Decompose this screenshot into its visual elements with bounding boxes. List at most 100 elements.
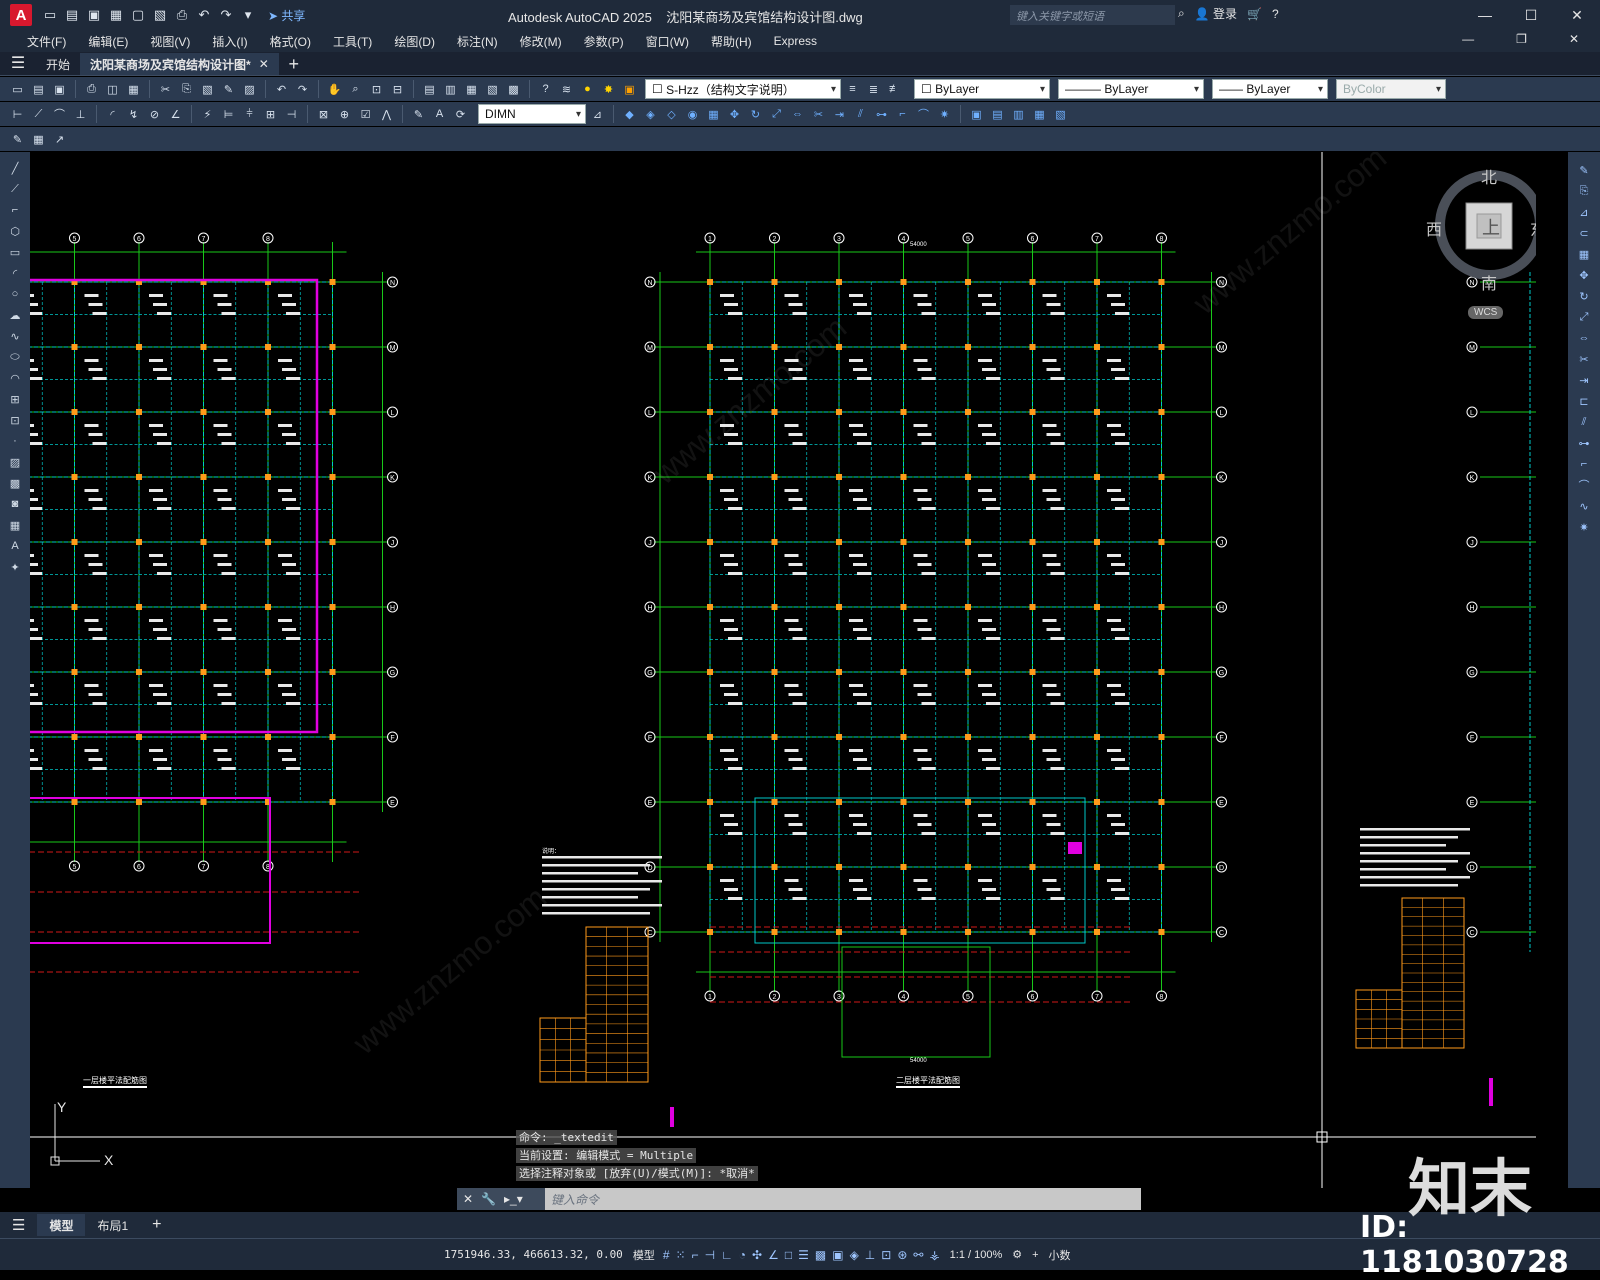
menu-view[interactable]: 视图(V) [139,33,201,50]
auto-scale-icon[interactable]: ⚶ [929,1248,939,1262]
annotation-monitor-icon[interactable]: + [1032,1249,1038,1261]
scale-side-icon[interactable]: ⤢ [1576,309,1592,325]
menu-parametric[interactable]: 参数(P) [573,33,635,50]
erase-side-icon[interactable]: ✎ [1576,162,1592,178]
image-icon[interactable]: ▧ [1051,105,1070,124]
xref-icon[interactable]: ▦ [1030,105,1049,124]
viewcube[interactable]: 北 南 东 西 上 WCS [1426,152,1536,332]
isodraft-icon[interactable]: ✣ [752,1248,762,1262]
command-customize-icon[interactable]: 🔧 [481,1192,496,1206]
copy-side-icon[interactable]: ⎘ [1576,183,1592,199]
close-button[interactable]: ✕ [1554,0,1600,30]
minimize-button[interactable]: — [1462,0,1508,30]
dim-jogged-icon[interactable]: ↯ [124,105,143,124]
command-recent-icon[interactable]: ▸_▾ [504,1192,523,1206]
dyn-ucs-icon[interactable]: ⊥ [865,1248,875,1262]
dim-linear-icon[interactable]: ⊢ [8,105,27,124]
dynamic-input-icon[interactable]: ⊣ [705,1248,715,1262]
stretch-icon[interactable]: ⇔ [788,105,807,124]
point-icon[interactable]: · [7,433,23,449]
offset-side-icon[interactable]: ⊂ [1576,225,1592,241]
insert-icon[interactable]: ⊞ [7,391,23,407]
lineweight-dropdown[interactable]: —— ByLayer [1212,79,1328,99]
stretch-side-icon[interactable]: ⇔ [1576,330,1592,346]
save-icon[interactable]: ▣ [84,5,104,25]
make-block-icon[interactable]: ▤ [988,105,1007,124]
blend-side-icon[interactable]: ∿ [1576,498,1592,514]
web-save-icon[interactable]: ▧ [150,5,170,25]
menu-tools[interactable]: 工具(T) [322,33,383,50]
osnap-tracking-icon[interactable]: ∠ [768,1248,779,1262]
menu-window[interactable]: 窗口(W) [635,33,700,50]
drawing-canvas[interactable]: 1 1 2 2 3 3 4 4 5 5 6 6 7 7 8 8 N N M M L L K K J J H H G G F F E E D D C C 5 5… [30,152,1536,1188]
quick-dim-icon[interactable]: ⚡ [198,105,217,124]
maximize-button[interactable]: ☐ [1508,0,1554,30]
tab-close-icon[interactable]: ✕ [259,57,269,71]
search-input[interactable]: 键入关键字或短语 [1010,5,1175,25]
break-icon[interactable]: ⫽ [851,105,870,124]
move-icon[interactable]: ✥ [725,105,744,124]
copy-icon[interactable]: ⎘ [177,80,196,99]
login-button[interactable]: 👤 登录 [1195,5,1237,22]
zoom-realtime-icon[interactable]: ⌕ [346,80,365,99]
snap-icon[interactable]: ⁙ [676,1248,686,1262]
qat-dropdown-icon[interactable]: ▾ [238,5,258,25]
inspect-icon[interactable]: ☑ [356,105,375,124]
mirror-side-icon[interactable]: ⊿ [1576,204,1592,220]
join-side-icon[interactable]: ⊶ [1576,435,1592,451]
design-center-icon[interactable]: ▥ [441,80,460,99]
tab-layout1[interactable]: 布局1 [85,1214,140,1236]
revcloud-icon[interactable]: ☁ [7,307,23,323]
dim-baseline-icon[interactable]: ⊨ [219,105,238,124]
layer-on-icon[interactable]: ● [578,80,597,99]
construction-line-icon[interactable]: ⟋ [7,181,23,197]
tool-palettes-icon[interactable]: ▦ [462,80,481,99]
qnew-icon[interactable]: ▭ [8,80,27,99]
open-icon[interactable]: ▤ [29,80,48,99]
region-icon[interactable]: ◙ [7,496,23,512]
menu-hamburger-icon[interactable]: ☰ [0,51,36,75]
dim-text-edit-icon[interactable]: A [430,105,449,124]
viewcube-top-face[interactable]: 上 [1482,214,1500,240]
mtext-icon[interactable]: A [7,538,23,554]
doc-minimize-button[interactable]: — [1451,32,1485,46]
menu-help[interactable]: 帮助(H) [700,33,763,50]
dim-diameter-icon[interactable]: ⊘ [145,105,164,124]
preview-icon[interactable]: ◫ [103,80,122,99]
zoom-previous-icon[interactable]: ⊟ [388,80,407,99]
add-layout-button[interactable]: + [140,1214,173,1236]
zoom-window-icon[interactable]: ⊡ [367,80,386,99]
redo-tool-icon[interactable]: ↷ [293,80,312,99]
redo-icon[interactable]: ↷ [216,5,236,25]
units-dropdown[interactable]: 小数 [1049,1247,1071,1263]
help-icon[interactable]: ? [1272,7,1279,21]
osnap-icon[interactable]: □ [785,1248,792,1262]
extend-icon[interactable]: ⇥ [830,105,849,124]
layout-menu-icon[interactable]: ☰ [0,1214,37,1236]
search-icon[interactable]: ⌕ [1178,6,1185,21]
selection-filter-icon[interactable]: ⊡ [881,1248,891,1262]
trim-icon[interactable]: ✂ [809,105,828,124]
extend-side-icon[interactable]: ⇥ [1576,372,1592,388]
tab-model[interactable]: 模型 [37,1214,86,1236]
pan-icon[interactable]: ✋ [325,80,344,99]
3dosnap-icon[interactable]: ◈ [850,1248,859,1262]
menu-express[interactable]: Express [763,34,828,48]
new-file-icon[interactable]: ▭ [40,5,60,25]
mleader-style-icon[interactable]: ↗ [50,130,69,149]
dim-ordinate-icon[interactable]: ⊥ [71,105,90,124]
array-icon[interactable]: ▦ [704,105,723,124]
save-as-icon[interactable]: ▦ [106,5,126,25]
dim-break-icon[interactable]: ⊣ [282,105,301,124]
dim-edit-icon[interactable]: ✎ [409,105,428,124]
share-button[interactable]: ➤ 共享 [268,7,305,24]
jogged-linear-icon[interactable]: ⋀ [377,105,396,124]
rotate-icon[interactable]: ↻ [746,105,765,124]
copy-obj-icon[interactable]: ◈ [641,105,660,124]
layer-properties-icon[interactable]: ≋ [557,80,576,99]
join-icon[interactable]: ⊶ [872,105,891,124]
help-tool-icon[interactable]: ? [536,80,555,99]
text-style-icon[interactable]: ✎ [8,130,27,149]
center-mark-icon[interactable]: ⊕ [335,105,354,124]
matchprop-icon[interactable]: ✎ [219,80,238,99]
